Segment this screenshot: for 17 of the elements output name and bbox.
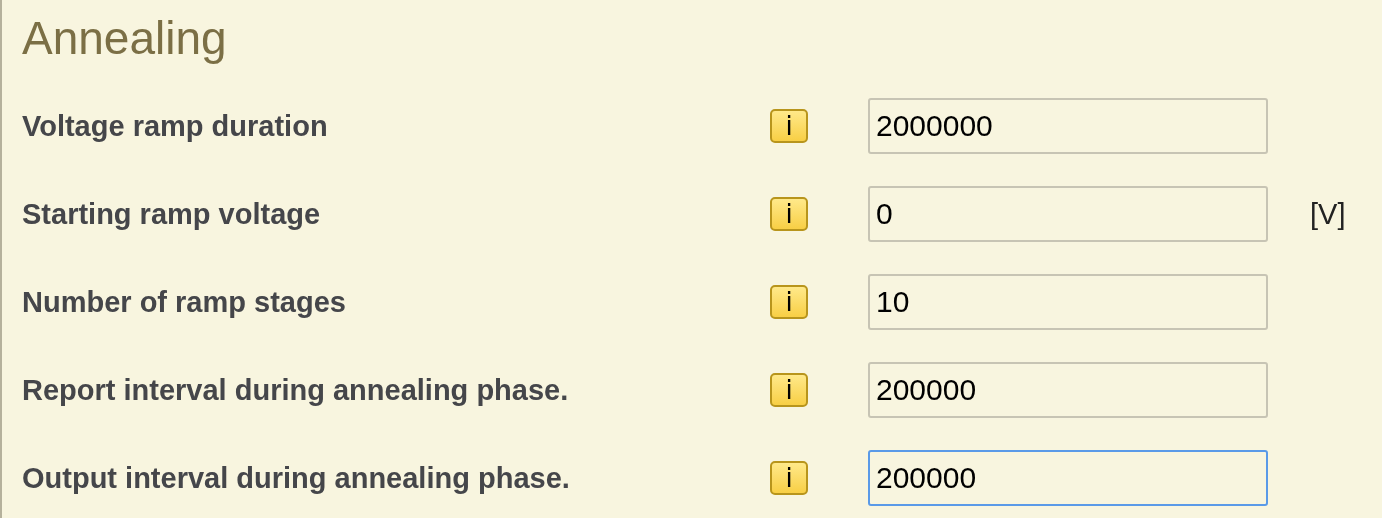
field-label: Number of ramp stages <box>22 285 347 319</box>
field-label: Starting ramp voltage <box>22 197 322 231</box>
info-button[interactable]: i <box>770 197 808 231</box>
input-field[interactable]: 10 <box>868 274 1268 330</box>
input-field[interactable]: 200000 <box>868 450 1268 506</box>
info-button[interactable]: i <box>770 461 808 495</box>
field-label: Report interval during annealing phase. <box>22 373 570 407</box>
input-field[interactable]: 0 <box>868 186 1268 242</box>
info-button[interactable]: i <box>770 373 808 407</box>
unit-label: [V] <box>1310 197 1346 231</box>
info-button[interactable]: i <box>770 109 808 143</box>
field-label: Output interval during annealing phase. <box>22 461 571 495</box>
field-label: Voltage ramp duration <box>22 109 329 143</box>
input-field[interactable]: 200000 <box>868 362 1268 418</box>
section-title: Annealing <box>22 11 228 66</box>
input-field[interactable]: 2000000 <box>868 98 1268 154</box>
info-button[interactable]: i <box>770 285 808 319</box>
